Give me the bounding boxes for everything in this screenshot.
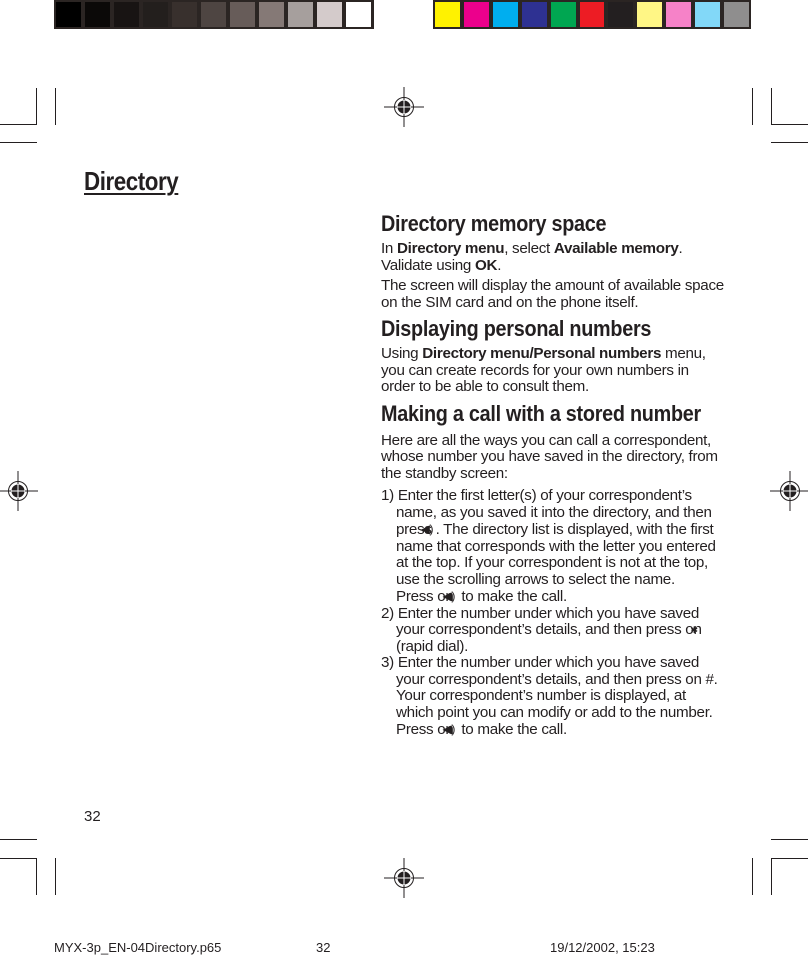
chapter-title: Directory	[84, 166, 179, 196]
step-text: to make the call.	[461, 588, 567, 605]
color-swatch	[201, 2, 226, 27]
step-text: Enter the number under which you have sa…	[396, 604, 702, 638]
step-number: 1)	[381, 487, 394, 504]
section-heading: Making a call with a stored number	[381, 400, 702, 426]
color-swatch	[143, 2, 168, 27]
crop-mark	[771, 858, 808, 859]
color-swatch	[56, 2, 81, 27]
color-swatch	[85, 2, 110, 27]
registration-mark-icon	[384, 87, 424, 127]
crop-mark	[55, 858, 56, 895]
color-swatch	[435, 2, 460, 27]
bold-term: Directory menu	[397, 240, 505, 257]
step-text: . The directory list is displayed, with …	[396, 521, 716, 588]
footer-datetime: 19/12/2002, 15:23	[550, 940, 655, 955]
section-personal-numbers: Displaying personal numbers Using Direct…	[381, 315, 726, 396]
paragraph: In Directory menu, select Available memo…	[381, 240, 726, 274]
steps-list: 1) Enter the first letter(s) of your cor…	[381, 487, 726, 739]
step-item: 2) Enter the number under which you have…	[381, 604, 702, 655]
crop-mark	[0, 124, 37, 125]
paragraph: Using Directory menu/Personal numbers me…	[381, 345, 726, 396]
color-swatch	[463, 2, 489, 27]
color-swatch	[608, 2, 634, 27]
footer-page: 32	[316, 940, 331, 955]
crop-mark	[55, 88, 56, 125]
content-column: Directory memory space In Directory menu…	[381, 210, 726, 743]
color-swatch	[288, 2, 313, 27]
step-number: 3)	[381, 654, 394, 671]
crop-mark	[771, 124, 808, 125]
color-calibration-bar	[433, 0, 751, 29]
page-number: 32	[84, 808, 101, 825]
crop-mark	[0, 858, 37, 859]
step-text: to make the call.	[461, 721, 567, 738]
section-memory-space: Directory memory space In Directory menu…	[381, 210, 726, 311]
crop-mark	[36, 858, 37, 895]
text-run: , select	[504, 240, 554, 257]
paragraph: Here are all the ways you can call a cor…	[381, 431, 718, 482]
crop-mark	[36, 88, 37, 125]
section-heading: Directory memory space	[381, 211, 607, 236]
registration-mark-icon	[384, 858, 424, 898]
bold-term: Available memory	[553, 240, 679, 257]
crop-mark	[771, 88, 772, 125]
color-swatch	[521, 2, 547, 27]
color-swatch	[724, 2, 749, 27]
step-text: (rapid dial).	[396, 637, 469, 655]
color-swatch	[550, 2, 576, 27]
text-run: The screen will display the amount of av…	[381, 277, 724, 311]
color-swatch	[346, 2, 371, 27]
step-item: 1) Enter the first letter(s) of your cor…	[381, 487, 716, 605]
bold-term: Directory menu/Personal numbers	[422, 345, 662, 362]
text-run: Using	[381, 345, 423, 362]
color-swatch	[695, 2, 721, 27]
registration-mark-icon	[0, 471, 38, 511]
crop-mark	[0, 142, 37, 143]
color-swatch	[492, 2, 518, 27]
color-swatch	[579, 2, 605, 27]
registration-mark-icon	[770, 471, 808, 511]
section-heading: Displaying personal numbers	[381, 316, 652, 341]
color-swatch	[230, 2, 255, 27]
color-swatch	[172, 2, 197, 27]
crop-mark	[771, 142, 808, 143]
grayscale-calibration-bar	[54, 0, 374, 29]
step-number: 2)	[381, 604, 394, 622]
section-making-call: Making a call with a stored number Here …	[381, 400, 726, 739]
bold-term: OK	[475, 256, 498, 274]
crop-mark	[752, 88, 753, 125]
step-item: 3) Enter the number under which you have…	[381, 654, 718, 738]
paragraph: The screen will display the amount of av…	[381, 277, 726, 311]
color-swatch	[666, 2, 692, 27]
color-swatch	[259, 2, 284, 27]
color-swatch	[317, 2, 342, 27]
text-run: .	[497, 256, 502, 274]
crop-mark	[0, 839, 37, 840]
color-swatch	[637, 2, 663, 27]
color-swatch	[114, 2, 139, 27]
crop-mark	[752, 858, 753, 895]
text-run: In	[381, 240, 397, 257]
footer-filename: MYX-3p_EN-04Directory.p65	[54, 940, 222, 955]
crop-mark	[771, 839, 808, 840]
crop-mark	[771, 858, 772, 895]
